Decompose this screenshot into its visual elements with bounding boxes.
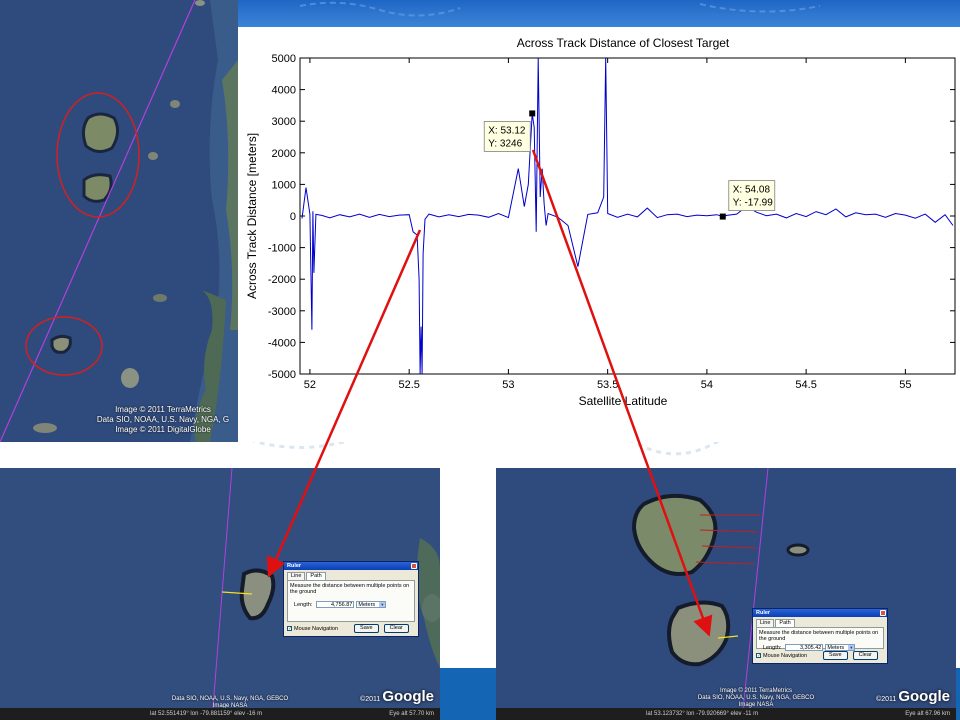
ruler-dialog-left[interactable]: Ruler Line Path Measure the distance bet…: [283, 561, 419, 637]
chevron-down-icon[interactable]: ▼: [379, 602, 386, 607]
x-tick-label: 54: [701, 379, 713, 391]
tab-path[interactable]: Path: [306, 572, 326, 580]
island-2-map: [496, 468, 956, 720]
y-tick-label: -4000: [268, 337, 296, 349]
save-button[interactable]: Save: [823, 651, 848, 660]
length-label: Length:: [294, 601, 313, 608]
google-wordmark: Google: [898, 688, 950, 705]
clear-button[interactable]: Clear: [852, 651, 878, 660]
credit-line: Image © 2011 DigitalGlobe: [115, 425, 211, 434]
ruler-body: Measure the distance between multiple po…: [756, 627, 884, 651]
tab-path[interactable]: Path: [775, 619, 795, 627]
y-tick-label: 2000: [272, 148, 296, 160]
y-tick-label: -2000: [268, 274, 296, 286]
mouse-navigation-label: Mouse Navigation: [294, 625, 339, 632]
across-track-chart: Across Track Distance of Closest Target …: [245, 36, 956, 408]
ruler-title: Ruler: [756, 610, 771, 616]
google-logo: ©2011 Google: [876, 688, 950, 705]
mouse-navigation-checkbox[interactable]: ✓: [756, 653, 761, 659]
x-tick-label: 52: [304, 379, 316, 391]
datatip-x-label: X: 53.12: [488, 125, 526, 136]
credit-line: Image © 2011 TerraMetrics: [720, 688, 792, 694]
overview-map: [0, 0, 238, 442]
ruler-title-bar[interactable]: Ruler: [284, 562, 418, 570]
y-tick-label: -5000: [268, 369, 296, 381]
mouse-navigation-label: Mouse Navigation: [763, 652, 808, 659]
imagery-credits: Image © 2011 TerraMetrics Data SIO, NOAA…: [676, 688, 836, 709]
tab-line[interactable]: Line: [287, 572, 306, 580]
length-label: Length:: [763, 644, 782, 651]
chart-panel: Across Track Distance of Closest Target …: [238, 27, 960, 442]
length-value: 4,756.87: [316, 601, 355, 608]
clear-button[interactable]: Clear: [383, 624, 409, 633]
y-tick-label: 4000: [272, 85, 296, 97]
coordinates-readout: lat 53.123732° lon -79.920669° elev -11 …: [646, 711, 759, 717]
credit-line: Data SIO, NOAA, U.S. Navy, NGA, G: [96, 415, 230, 424]
google-wordmark: Google: [382, 688, 434, 705]
imagery-credits: Image © 2011 TerraMetrics Data SIO, NOAA…: [88, 405, 238, 435]
length-value: 3,305.42: [785, 644, 824, 651]
units-select[interactable]: Meters ▼: [356, 601, 387, 608]
ruler-title-bar[interactable]: Ruler: [753, 609, 887, 617]
datatip-marker[interactable]: [529, 110, 536, 117]
save-button[interactable]: Save: [354, 624, 379, 633]
status-bar: lat 53.123732° lon -79.920669° elev -11 …: [496, 708, 956, 720]
x-tick-label: 53.5: [597, 379, 618, 391]
x-axis-label: Satellite Latitude: [579, 394, 668, 408]
chart-title: Across Track Distance of Closest Target: [517, 36, 730, 50]
credit-line: Data SIO, NOAA, U.S. Navy, NGA, GEBCO: [697, 695, 815, 701]
google-copyright: ©2011: [876, 696, 897, 703]
mouse-navigation-checkbox[interactable]: ✓: [287, 626, 292, 632]
plot-area: [299, 57, 956, 375]
y-tick-label: 1000: [272, 179, 296, 191]
units-selected: Meters: [827, 645, 845, 651]
close-icon[interactable]: [411, 563, 417, 569]
units-selected: Meters: [358, 602, 376, 608]
y-tick-label: 5000: [272, 53, 296, 65]
y-tick-label: 3000: [272, 116, 296, 128]
datatip-x-label: X: 54.08: [733, 185, 771, 196]
status-bar: lat 52.551419° lon -79.881159° elev -16 …: [0, 708, 440, 720]
satellite-view-overview[interactable]: Image © 2011 TerraMetrics Data SIO, NOAA…: [0, 0, 238, 442]
eye-altitude-readout: Eye alt 57.70 km: [389, 711, 434, 717]
y-tick-label: -1000: [268, 243, 296, 255]
datatip-y-label: Y: -17.99: [733, 198, 773, 209]
credit-line: Data SIO, NOAA, U.S. Navy, NGA, GEBCO: [171, 696, 289, 702]
y-tick-label: 0: [290, 211, 296, 223]
y-tick-label: -3000: [268, 306, 296, 318]
y-axis-label: Across Track Distance [meters]: [245, 133, 259, 299]
ruler-title: Ruler: [287, 563, 302, 569]
ruler-instruction: Measure the distance between multiple po…: [290, 583, 410, 595]
close-icon[interactable]: [880, 610, 886, 616]
ruler-body: Measure the distance between multiple po…: [287, 580, 415, 622]
coordinates-readout: lat 52.551419° lon -79.881159° elev -16 …: [150, 711, 263, 717]
x-tick-label: 55: [899, 379, 911, 391]
ruler-dialog-right[interactable]: Ruler Line Path Measure the distance bet…: [752, 608, 888, 664]
google-copyright: ©2011: [360, 696, 381, 703]
x-tick-label: 52.5: [398, 379, 419, 391]
chevron-down-icon[interactable]: ▼: [848, 645, 855, 650]
ruler-instruction: Measure the distance between multiple po…: [759, 630, 879, 642]
tab-line[interactable]: Line: [756, 619, 775, 627]
eye-altitude-readout: Eye alt 67.96 km: [905, 711, 950, 717]
x-tick-label: 53: [502, 379, 514, 391]
datatip-y-label: Y: 3246: [488, 138, 522, 149]
units-select[interactable]: Meters ▼: [825, 644, 856, 651]
datatip-marker[interactable]: [719, 213, 726, 220]
satellite-view-island-2[interactable]: Image © 2011 TerraMetrics Data SIO, NOAA…: [496, 468, 956, 720]
credit-line: Image © 2011 TerraMetrics: [115, 405, 211, 414]
x-tick-label: 54.5: [795, 379, 816, 391]
google-logo: ©2011 Google: [360, 688, 434, 705]
